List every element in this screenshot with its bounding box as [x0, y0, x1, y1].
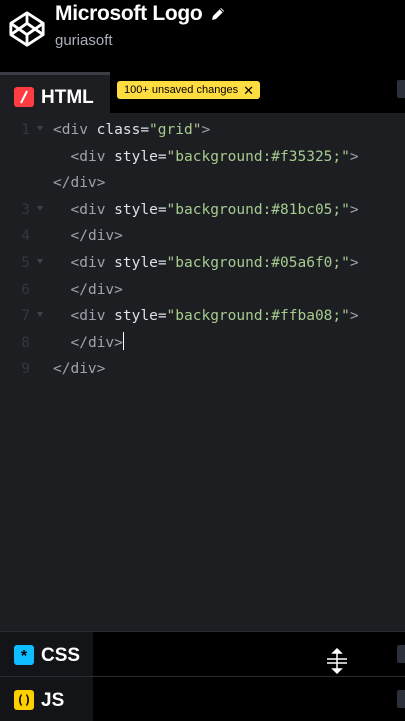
line-number: 9 [21, 361, 30, 378]
pen-header: Microsoft Logo guriasoft [0, 0, 405, 66]
css-badge-icon: * [14, 645, 34, 665]
unsaved-changes-text: 100+ unsaved changes [124, 84, 239, 96]
code-token: style [114, 308, 158, 325]
code-token: </div> [70, 228, 123, 245]
code-token: = [157, 148, 167, 165]
code-text: <div style="background:#81bc05;"> [71, 197, 359, 223]
code-text: <div class="grid"> [53, 117, 210, 143]
tab-css[interactable]: * CSS [0, 632, 93, 676]
code-token: "background:#05a6f0;" [166, 255, 350, 271]
code-token: class [96, 122, 141, 138]
line-number: 7 [21, 308, 30, 325]
code-text: </div> [71, 330, 124, 356]
js-badge-glyph: () [16, 693, 32, 707]
code-token: <div [70, 201, 115, 218]
codepen-logo-icon[interactable] [8, 10, 46, 48]
code-token: "grid" [149, 122, 202, 138]
code-text: </div> [53, 170, 105, 196]
code-line[interactable]: 6 </div> [0, 277, 405, 303]
code-token: </div> [70, 334, 123, 351]
css-panel-settings-handle[interactable] [397, 645, 405, 663]
code-line[interactable]: 9 </div> [0, 356, 405, 382]
fold-arrow-icon[interactable] [37, 259, 43, 264]
code-text: <div style="background:#f35325;"> [71, 144, 359, 170]
panel-settings-handle[interactable] [397, 80, 405, 98]
code-line[interactable]: 8 </div> [0, 330, 405, 356]
code-token: <div [70, 308, 115, 325]
code-token: "background:#f35325;" [166, 148, 350, 165]
code-text: </div> [71, 223, 123, 249]
pen-title[interactable]: Microsoft Logo [55, 2, 203, 26]
code-line[interactable]: 1 <div class="grid"> [0, 117, 405, 143]
code-token: <div [70, 255, 115, 271]
code-token: style [114, 148, 158, 165]
fold-arrow-icon[interactable] [37, 312, 43, 318]
pen-author[interactable]: guriasoft [55, 32, 113, 49]
code-line[interactable]: 7 <div style="background:#ffba08;"> [0, 303, 405, 329]
html-code-editor[interactable]: 1 <div class="grid"> <div style="backgroun… [0, 113, 405, 631]
css-badge-glyph: * [20, 648, 28, 665]
code-line[interactable]: <div style="background:#f35325;"> [0, 144, 405, 170]
js-panel-header: () JS [0, 676, 405, 721]
line-number: 5 [21, 255, 30, 271]
pencil-icon[interactable] [210, 6, 226, 22]
css-panel-header: * CSS [0, 631, 405, 676]
line-number: 3 [21, 201, 30, 218]
code-token: style [114, 201, 158, 218]
code-token: </div> [70, 281, 123, 298]
code-token: = [157, 201, 167, 218]
code-token: = [157, 255, 167, 271]
tab-js[interactable]: () JS [0, 677, 93, 721]
code-token: > [349, 255, 359, 271]
text-cursor [122, 331, 124, 350]
code-token: </div> [53, 175, 106, 192]
unsaved-changes-badge[interactable]: 100+ unsaved changes ✕ [117, 81, 260, 99]
code-line[interactable]: 3 <div style="background:#81bc05;"> [0, 197, 405, 223]
code-token: <div [53, 122, 97, 138]
title-row: Microsoft Logo [55, 2, 226, 26]
code-token: > [349, 308, 359, 325]
html-badge-icon [14, 87, 34, 107]
html-panel-header: HTML 100+ unsaved changes ✕ [0, 66, 405, 113]
code-token: <div [70, 148, 115, 165]
code-text: <div style="background:#ffba08;"> [71, 303, 359, 329]
code-token: > [201, 122, 211, 138]
js-panel-settings-handle[interactable] [397, 690, 405, 708]
code-token: "background:#81bc05;" [166, 201, 350, 218]
line-number: 6 [21, 281, 30, 298]
code-token: = [140, 122, 150, 138]
code-token: style [114, 255, 158, 271]
tab-html-label: HTML [41, 87, 94, 108]
tab-html[interactable]: HTML [0, 72, 110, 113]
tab-js-label: JS [41, 690, 65, 711]
close-icon[interactable]: ✕ [243, 84, 254, 97]
line-number: 8 [21, 334, 30, 351]
code-token: "background:#ffba08;" [166, 308, 350, 325]
code-line[interactable]: </div> [0, 170, 405, 196]
code-line[interactable]: 5 <div style="background:#05a6f0;"> [0, 250, 405, 276]
tab-css-label: CSS [41, 645, 81, 666]
fold-arrow-icon[interactable] [37, 205, 43, 211]
code-token: > [349, 148, 359, 165]
code-text: </div> [53, 356, 105, 382]
code-line[interactable]: 4 </div> [0, 223, 405, 249]
code-token: </div> [53, 361, 106, 378]
line-number: 1 [21, 122, 30, 138]
line-number: 4 [21, 228, 30, 245]
code-token: = [157, 308, 167, 325]
js-badge-icon: () [14, 690, 34, 710]
code-token: > [349, 201, 359, 218]
resize-handle-icon[interactable] [326, 648, 348, 674]
fold-arrow-icon[interactable] [37, 126, 43, 131]
code-text: <div style="background:#05a6f0;"> [71, 250, 359, 276]
code-text: </div> [71, 277, 123, 303]
